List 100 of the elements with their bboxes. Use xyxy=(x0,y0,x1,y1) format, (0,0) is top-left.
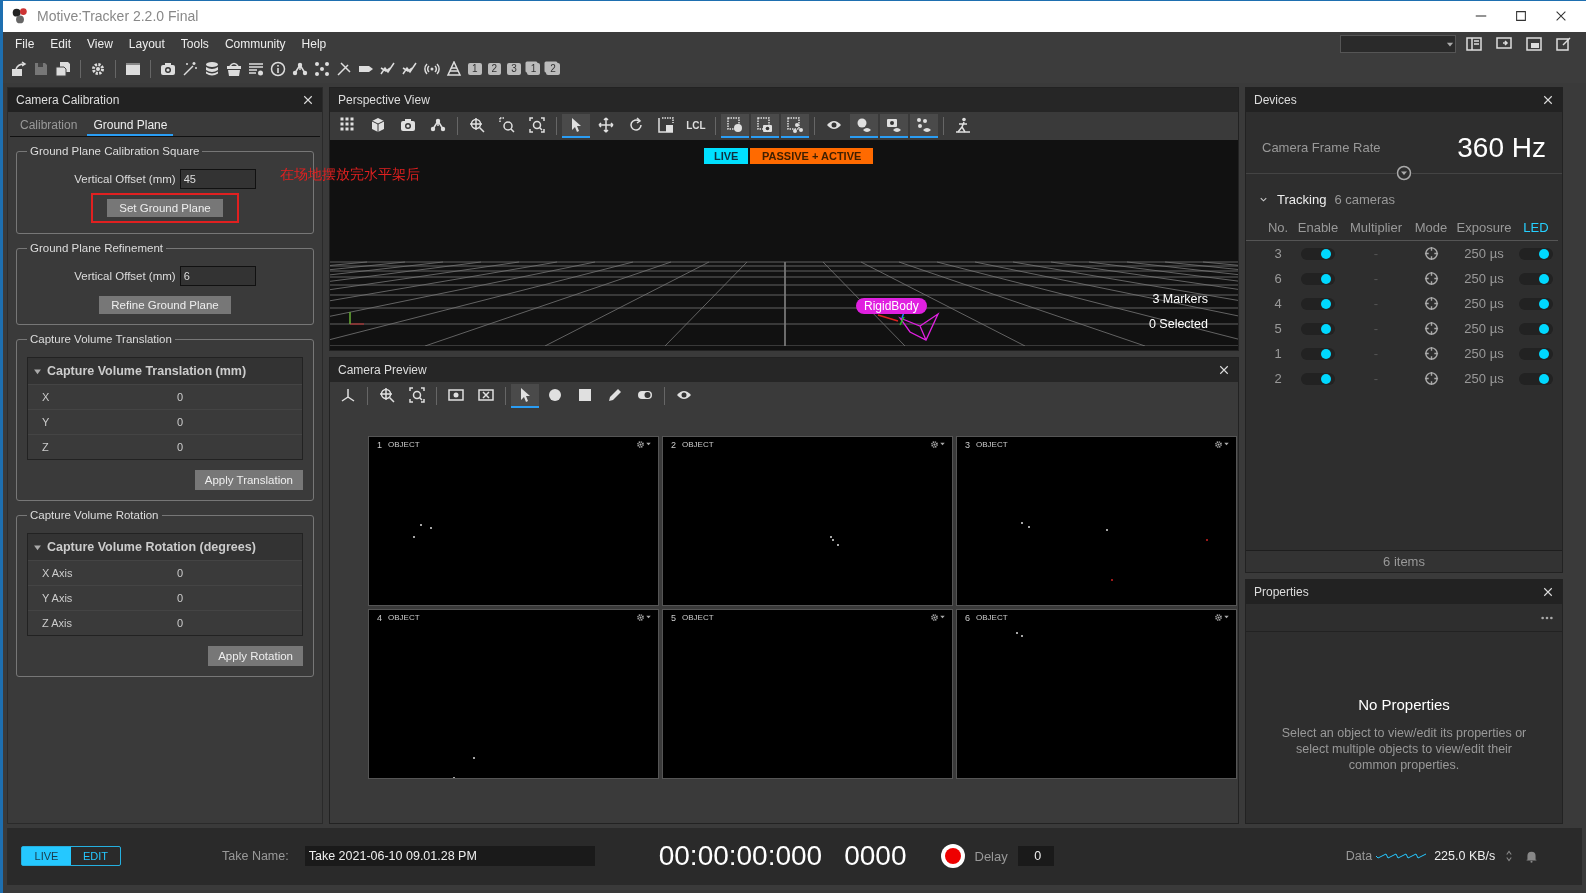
record-button[interactable] xyxy=(940,844,965,869)
toggle-switch[interactable] xyxy=(1301,372,1335,385)
info-tool[interactable] xyxy=(270,61,286,78)
toggle-switch[interactable] xyxy=(1519,372,1553,385)
property-value[interactable]: 0 xyxy=(163,441,302,454)
maximize-icon[interactable] xyxy=(1514,9,1528,24)
toggle-switch[interactable] xyxy=(1519,247,1553,260)
mode-tab[interactable]: LIVE xyxy=(22,847,71,866)
delay-field[interactable]: 0 xyxy=(1017,846,1054,867)
crosshair-icon[interactable] xyxy=(1423,321,1439,337)
column-header[interactable]: Exposure xyxy=(1452,220,1516,236)
mode-tab[interactable]: EDIT xyxy=(71,847,120,866)
property-value[interactable]: 0 xyxy=(163,416,302,429)
settings-icon[interactable] xyxy=(636,613,645,623)
settings-icon[interactable] xyxy=(1214,613,1223,623)
crosshair-icon[interactable] xyxy=(1423,271,1439,287)
camera-view[interactable]: 5 OBJECT xyxy=(662,609,953,780)
save-all-tool[interactable] xyxy=(55,61,71,78)
offset-field[interactable]: 45 xyxy=(179,169,256,190)
property-value[interactable]: 0 xyxy=(163,391,302,404)
marker-visibility-tool[interactable] xyxy=(850,114,878,139)
layout-button[interactable]: 2 xyxy=(487,63,502,76)
basket-tool[interactable] xyxy=(226,61,242,78)
settings-tool[interactable] xyxy=(90,61,106,78)
toggle-switch[interactable] xyxy=(1519,322,1553,335)
bell-icon[interactable] xyxy=(1525,849,1539,863)
camera-view[interactable]: 3 OBJECT xyxy=(956,436,1237,607)
save-tool[interactable] xyxy=(33,61,49,78)
crosshair-icon[interactable] xyxy=(1423,246,1439,262)
camera-visibility-tool[interactable] xyxy=(880,114,908,139)
signal-tool[interactable] xyxy=(424,61,440,78)
nodes-visibility-tool[interactable] xyxy=(910,114,938,139)
camera-view[interactable]: 6 OBJECT xyxy=(956,609,1237,780)
column-header[interactable]: Enable xyxy=(1294,220,1342,236)
set-ground-plane-button[interactable]: Set Ground Plane xyxy=(107,199,223,218)
menu-item[interactable]: Tools xyxy=(172,33,217,54)
tab[interactable]: Ground Plane xyxy=(87,116,174,137)
column-header[interactable]: No. xyxy=(1262,220,1294,236)
column-header[interactable]: Mode xyxy=(1410,220,1452,236)
grid-header[interactable]: Capture Volume Translation (mm) xyxy=(28,358,302,385)
crosshair-icon[interactable] xyxy=(1423,296,1439,312)
pyramid-tool[interactable] xyxy=(446,61,462,78)
toggle-switch[interactable] xyxy=(1519,272,1553,285)
toggle-switch[interactable] xyxy=(1301,322,1335,335)
nodes-tool[interactable] xyxy=(292,61,308,78)
apply-button[interactable]: Apply Rotation xyxy=(208,646,303,667)
toggle-switch[interactable] xyxy=(1301,247,1335,260)
menu-item[interactable]: Help xyxy=(293,33,335,54)
database-tool[interactable] xyxy=(204,61,220,78)
edit-icon[interactable] xyxy=(1556,35,1572,52)
menu-item[interactable]: Edit xyxy=(42,33,80,54)
list-tool[interactable] xyxy=(248,61,264,78)
menu-item[interactable]: Community xyxy=(216,33,294,54)
settings-icon[interactable] xyxy=(1214,440,1223,450)
property-value[interactable]: 0 xyxy=(163,592,302,605)
settings-icon[interactable] xyxy=(636,440,645,450)
toggle-switch[interactable] xyxy=(1519,297,1553,310)
camera-view[interactable]: 1 OBJECT xyxy=(368,436,659,607)
toggle-switch[interactable] xyxy=(1301,347,1335,360)
select-marker-tool[interactable] xyxy=(721,114,749,139)
menu-item[interactable]: View xyxy=(79,33,121,54)
toggle-switch[interactable] xyxy=(1301,297,1335,310)
column-header[interactable]: LED xyxy=(1516,220,1556,236)
group-row[interactable]: Tracking 6 cameras xyxy=(1246,174,1562,216)
window-tool[interactable] xyxy=(125,61,141,78)
wand-tool[interactable] xyxy=(182,61,198,78)
crosshair-icon[interactable] xyxy=(1423,346,1439,362)
layout-button[interactable]: 1 xyxy=(526,63,541,76)
dots-tool[interactable] xyxy=(314,61,330,78)
export-tool[interactable] xyxy=(11,61,27,78)
property-value[interactable]: 0 xyxy=(163,617,302,630)
lcl-tool[interactable]: LCL xyxy=(682,114,710,139)
menu-item[interactable]: File xyxy=(7,33,43,54)
crosshair-icon[interactable] xyxy=(1423,371,1439,387)
layout-button[interactable]: 1 xyxy=(468,63,482,76)
camera-view[interactable]: 2 OBJECT xyxy=(662,436,953,607)
offset-field[interactable]: 6 xyxy=(179,266,256,287)
pointer-tool[interactable] xyxy=(562,114,590,139)
layout-button[interactable]: 2 xyxy=(546,63,560,76)
select-nodes-tool[interactable] xyxy=(781,114,809,139)
close-icon[interactable] xyxy=(302,94,314,107)
camera-view[interactable]: 4 OBJECT xyxy=(368,609,659,780)
layout-button[interactable]: 3 xyxy=(507,63,521,76)
pointer-tool[interactable] xyxy=(511,384,539,409)
window-camera-icon[interactable] xyxy=(1526,35,1542,52)
take-name-field[interactable]: Take 2021-06-10 09.01.28 PM xyxy=(304,846,595,867)
property-value[interactable]: 0 xyxy=(163,567,302,580)
camera-tool[interactable] xyxy=(160,61,176,78)
menu-item[interactable]: Layout xyxy=(120,33,173,54)
select-camera-tool[interactable] xyxy=(751,114,779,139)
grid-header[interactable]: Capture Volume Rotation (degrees) xyxy=(28,534,302,561)
toggle-switch[interactable] xyxy=(1519,347,1553,360)
settings-icon[interactable] xyxy=(930,613,939,623)
close-icon[interactable] xyxy=(1542,586,1554,599)
toggle-switch[interactable] xyxy=(1301,272,1335,285)
close-icon[interactable] xyxy=(1542,94,1554,107)
panel-layout-icon[interactable] xyxy=(1466,35,1482,52)
apply-button[interactable]: Apply Translation xyxy=(194,470,303,491)
column-header[interactable]: Multiplier xyxy=(1342,220,1410,236)
refine-button[interactable]: Refine Ground Plane xyxy=(99,296,231,315)
